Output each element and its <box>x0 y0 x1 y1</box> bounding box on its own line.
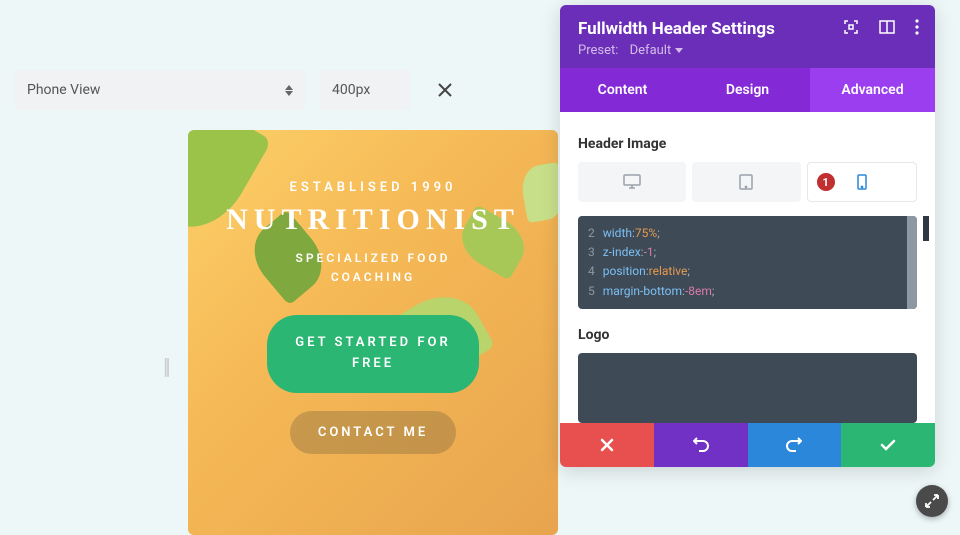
clear-width-button[interactable] <box>425 70 465 110</box>
view-select-label: Phone View <box>27 82 100 98</box>
check-icon <box>880 439 896 451</box>
tagline: SPECIALIZED FOODCOACHING <box>188 249 558 287</box>
section-header-image: Header Image <box>578 136 917 152</box>
brand-title: NUTRITIONIST <box>188 203 558 237</box>
device-tablet[interactable] <box>692 162 800 202</box>
view-select[interactable]: Phone View <box>15 70 305 110</box>
chevron-down-icon <box>675 48 683 53</box>
redo-button[interactable] <box>748 423 842 467</box>
save-button[interactable] <box>841 423 935 467</box>
tab-design[interactable]: Design <box>685 68 810 112</box>
redo-icon <box>786 437 802 453</box>
expand-icon <box>925 494 939 508</box>
columns-icon[interactable] <box>879 19 895 35</box>
settings-panel: Fullwidth Header Settings Preset: Defaul… <box>560 5 935 467</box>
undo-icon <box>693 437 709 453</box>
more-icon[interactable] <box>915 19 919 35</box>
css-code-editor[interactable]: 2width:75%; 3z-index:-1; 4position:relat… <box>578 216 917 309</box>
panel-body: Header Image 1 2width:75%; 3z-index:-1; … <box>560 112 935 423</box>
established-text: ESTABLISED 1990 <box>188 180 558 195</box>
expand-button[interactable] <box>916 485 948 517</box>
preset-selector[interactable]: Preset: Default <box>578 43 917 58</box>
cancel-button[interactable] <box>560 423 654 467</box>
logo-code-editor[interactable] <box>578 353 917 423</box>
settings-tabs: Content Design Advanced <box>560 68 935 112</box>
undo-button[interactable] <box>654 423 748 467</box>
panel-scrollbar[interactable] <box>923 216 929 241</box>
badge: 1 <box>816 172 836 192</box>
device-phone[interactable]: 1 <box>807 162 917 202</box>
get-started-button[interactable]: GET STARTED FORFREE <box>267 315 478 393</box>
tab-advanced[interactable]: Advanced <box>810 68 935 112</box>
code-scrollbar[interactable] <box>907 216 917 309</box>
tablet-icon <box>739 174 753 190</box>
panel-footer <box>560 423 935 467</box>
width-input[interactable]: 400px <box>320 70 410 110</box>
focus-icon[interactable] <box>843 19 859 35</box>
contact-me-button[interactable]: CONTACT ME <box>290 411 456 454</box>
resize-handle-icon[interactable]: || <box>163 355 168 380</box>
tab-content[interactable]: Content <box>560 68 685 112</box>
device-tabs: 1 <box>578 162 917 202</box>
close-icon <box>600 438 614 452</box>
phone-icon <box>857 174 867 190</box>
section-logo: Logo <box>578 327 917 343</box>
preview-toolbar: Phone View 400px <box>15 70 465 110</box>
panel-header: Fullwidth Header Settings Preset: Defaul… <box>560 5 935 68</box>
select-caret-icon <box>285 85 293 96</box>
phone-preview: ESTABLISED 1990 NUTRITIONIST SPECIALIZED… <box>188 130 558 535</box>
desktop-icon <box>623 174 641 190</box>
device-desktop[interactable] <box>578 162 686 202</box>
